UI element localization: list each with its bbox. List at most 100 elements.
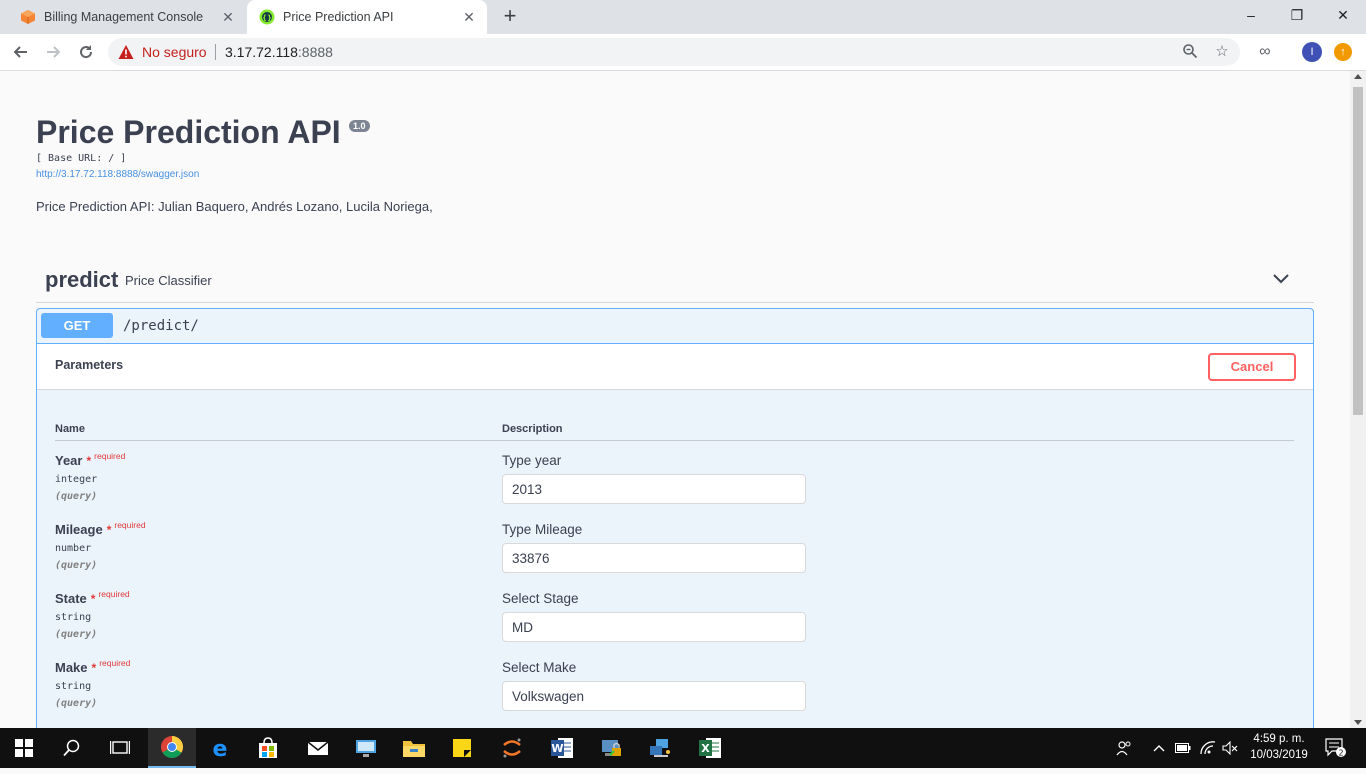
notification-count: 2 (1338, 749, 1343, 758)
svg-text:X: X (701, 742, 710, 755)
close-tab-icon[interactable]: ✕ (461, 9, 477, 25)
tab-price-prediction-api[interactable]: {} Price Prediction API ✕ (247, 0, 487, 34)
reload-icon[interactable] (74, 40, 98, 64)
store-taskbar-icon[interactable] (244, 728, 292, 768)
scroll-up-arrow-icon[interactable] (1354, 74, 1362, 79)
operation-summary[interactable]: GET /predict/ (37, 309, 1313, 344)
param-type: string (55, 612, 92, 623)
parameter-row-mileage: Mileage * required number (query) Type Mil… (37, 520, 1313, 591)
tag-name: predict (45, 267, 119, 292)
param-name: Year * required (55, 451, 126, 468)
param-location: (query) (55, 698, 98, 709)
security-label[interactable]: No seguro (142, 44, 207, 60)
svg-text:W: W (551, 742, 563, 755)
windows-logo-icon (15, 739, 33, 757)
header-divider (55, 440, 1294, 441)
parameters-header: Parameters Cancel (37, 344, 1313, 390)
excel-taskbar-icon[interactable]: X (686, 728, 734, 768)
windows-taskbar: e W X 4:59 p. m. 10/03/2019 2 (0, 728, 1366, 768)
remote-desktop-taskbar-icon[interactable] (342, 728, 390, 768)
chevron-down-icon[interactable] (1272, 270, 1290, 288)
wifi-icon[interactable] (1198, 728, 1218, 768)
swagger-icon: {} (259, 9, 275, 25)
speaker-muted-icon[interactable] (1220, 728, 1240, 768)
start-button[interactable] (0, 728, 48, 768)
param-location: (query) (55, 560, 98, 571)
back-icon[interactable] (9, 40, 33, 64)
year-input[interactable]: 2013 (502, 474, 806, 504)
action-center-icon[interactable]: 2 (1322, 728, 1350, 768)
mileage-input[interactable]: 33876 (502, 543, 806, 573)
restore-button[interactable]: ❐ (1274, 0, 1320, 30)
base-url: [ Base URL: / ] (36, 153, 127, 164)
zoom-icon[interactable] (1181, 43, 1199, 61)
edge-taskbar-icon[interactable]: e (196, 728, 244, 768)
people-icon[interactable] (1112, 728, 1136, 768)
close-window-button[interactable]: ✕ (1320, 0, 1366, 30)
bookmark-star-icon[interactable]: ☆ (1213, 43, 1231, 61)
warning-icon[interactable] (118, 44, 134, 60)
swagger-json-link[interactable]: http://3.17.72.118:8888/swagger.json (36, 169, 199, 180)
chevron-up-icon[interactable] (1150, 728, 1168, 768)
api-description: Price Prediction API: Julian Baquero, An… (36, 199, 433, 214)
chrome-taskbar-icon[interactable] (148, 728, 196, 768)
scroll-down-arrow-icon[interactable] (1354, 720, 1362, 725)
clock-time: 4:59 p. m. (1253, 733, 1305, 745)
swagger-page: Price Prediction API 1.0 [ Base URL: / ]… (0, 71, 1350, 728)
param-name: State * required (55, 589, 130, 606)
new-tab-button[interactable]: + (499, 5, 521, 29)
param-location: (query) (55, 491, 98, 502)
required-label: required (98, 589, 130, 599)
scrollbar-thumb[interactable] (1353, 87, 1363, 415)
parameters-title: Parameters (55, 358, 124, 372)
param-name: Mileage * required (55, 520, 146, 537)
parameter-row-state: State * required string (query) Select Sta… (37, 589, 1313, 660)
battery-icon[interactable] (1173, 728, 1193, 768)
file-explorer-taskbar-icon[interactable] (390, 728, 438, 768)
tab-title: Billing Management Console (44, 10, 204, 24)
tag-predict-header[interactable]: predict Price Classifier (36, 260, 1314, 303)
required-label: required (94, 451, 126, 461)
svg-text:e: e (213, 737, 228, 759)
search-icon[interactable] (48, 728, 96, 768)
param-description: Type Mileage (502, 522, 583, 537)
url-text[interactable]: 3.17.72.118:8888 (225, 44, 333, 60)
parameter-row-year: Year * required integer (query) Type year … (37, 451, 1313, 522)
jupyter-taskbar-icon[interactable] (488, 728, 536, 768)
clock-date: 10/03/2019 (1250, 749, 1308, 761)
param-type: string (55, 681, 92, 692)
param-type: integer (55, 474, 98, 485)
operation-path: /predict/ (123, 318, 199, 334)
vpn-lock-taskbar-icon[interactable] (588, 728, 636, 768)
mail-taskbar-icon[interactable] (294, 728, 342, 768)
param-description: Select Make (502, 660, 577, 675)
page-scrollbar[interactable] (1350, 71, 1366, 728)
minimize-button[interactable]: – (1228, 0, 1274, 30)
param-description: Type year (502, 453, 562, 468)
extension-infinity-icon[interactable]: ∞ (1255, 42, 1275, 62)
parameter-row-make: Make * required string (query) Select Make… (37, 658, 1313, 728)
cancel-button[interactable]: Cancel (1208, 353, 1296, 381)
column-name-header: Name (55, 423, 85, 435)
network-monitor-taskbar-icon[interactable] (636, 728, 684, 768)
forward-icon[interactable] (41, 40, 65, 64)
browser-toolbar: No seguro 3.17.72.118:8888 ☆ ∞ I ↑ (0, 34, 1366, 71)
page-title: Price Prediction API (36, 114, 341, 150)
param-name: Make * required (55, 658, 131, 675)
method-badge: GET (41, 313, 113, 338)
task-view-icon[interactable] (96, 728, 144, 768)
sticky-notes-taskbar-icon[interactable] (438, 728, 486, 768)
tab-billing-management-console[interactable]: Billing Management Console ✕ (8, 0, 246, 34)
address-bar[interactable]: No seguro 3.17.72.118:8888 ☆ (108, 38, 1240, 66)
param-type: number (55, 543, 92, 554)
param-location: (query) (55, 629, 98, 640)
system-clock[interactable]: 4:59 p. m. 10/03/2019 (1240, 731, 1318, 763)
state-input[interactable]: MD (502, 612, 806, 642)
word-taskbar-icon[interactable]: W (538, 728, 586, 768)
profile-avatar[interactable]: I (1302, 42, 1322, 62)
version-badge: 1.0 (349, 120, 370, 132)
required-label: required (114, 520, 146, 530)
update-icon[interactable]: ↑ (1334, 43, 1352, 61)
make-input[interactable]: Volkswagen (502, 681, 806, 711)
close-tab-icon[interactable]: ✕ (220, 9, 236, 25)
